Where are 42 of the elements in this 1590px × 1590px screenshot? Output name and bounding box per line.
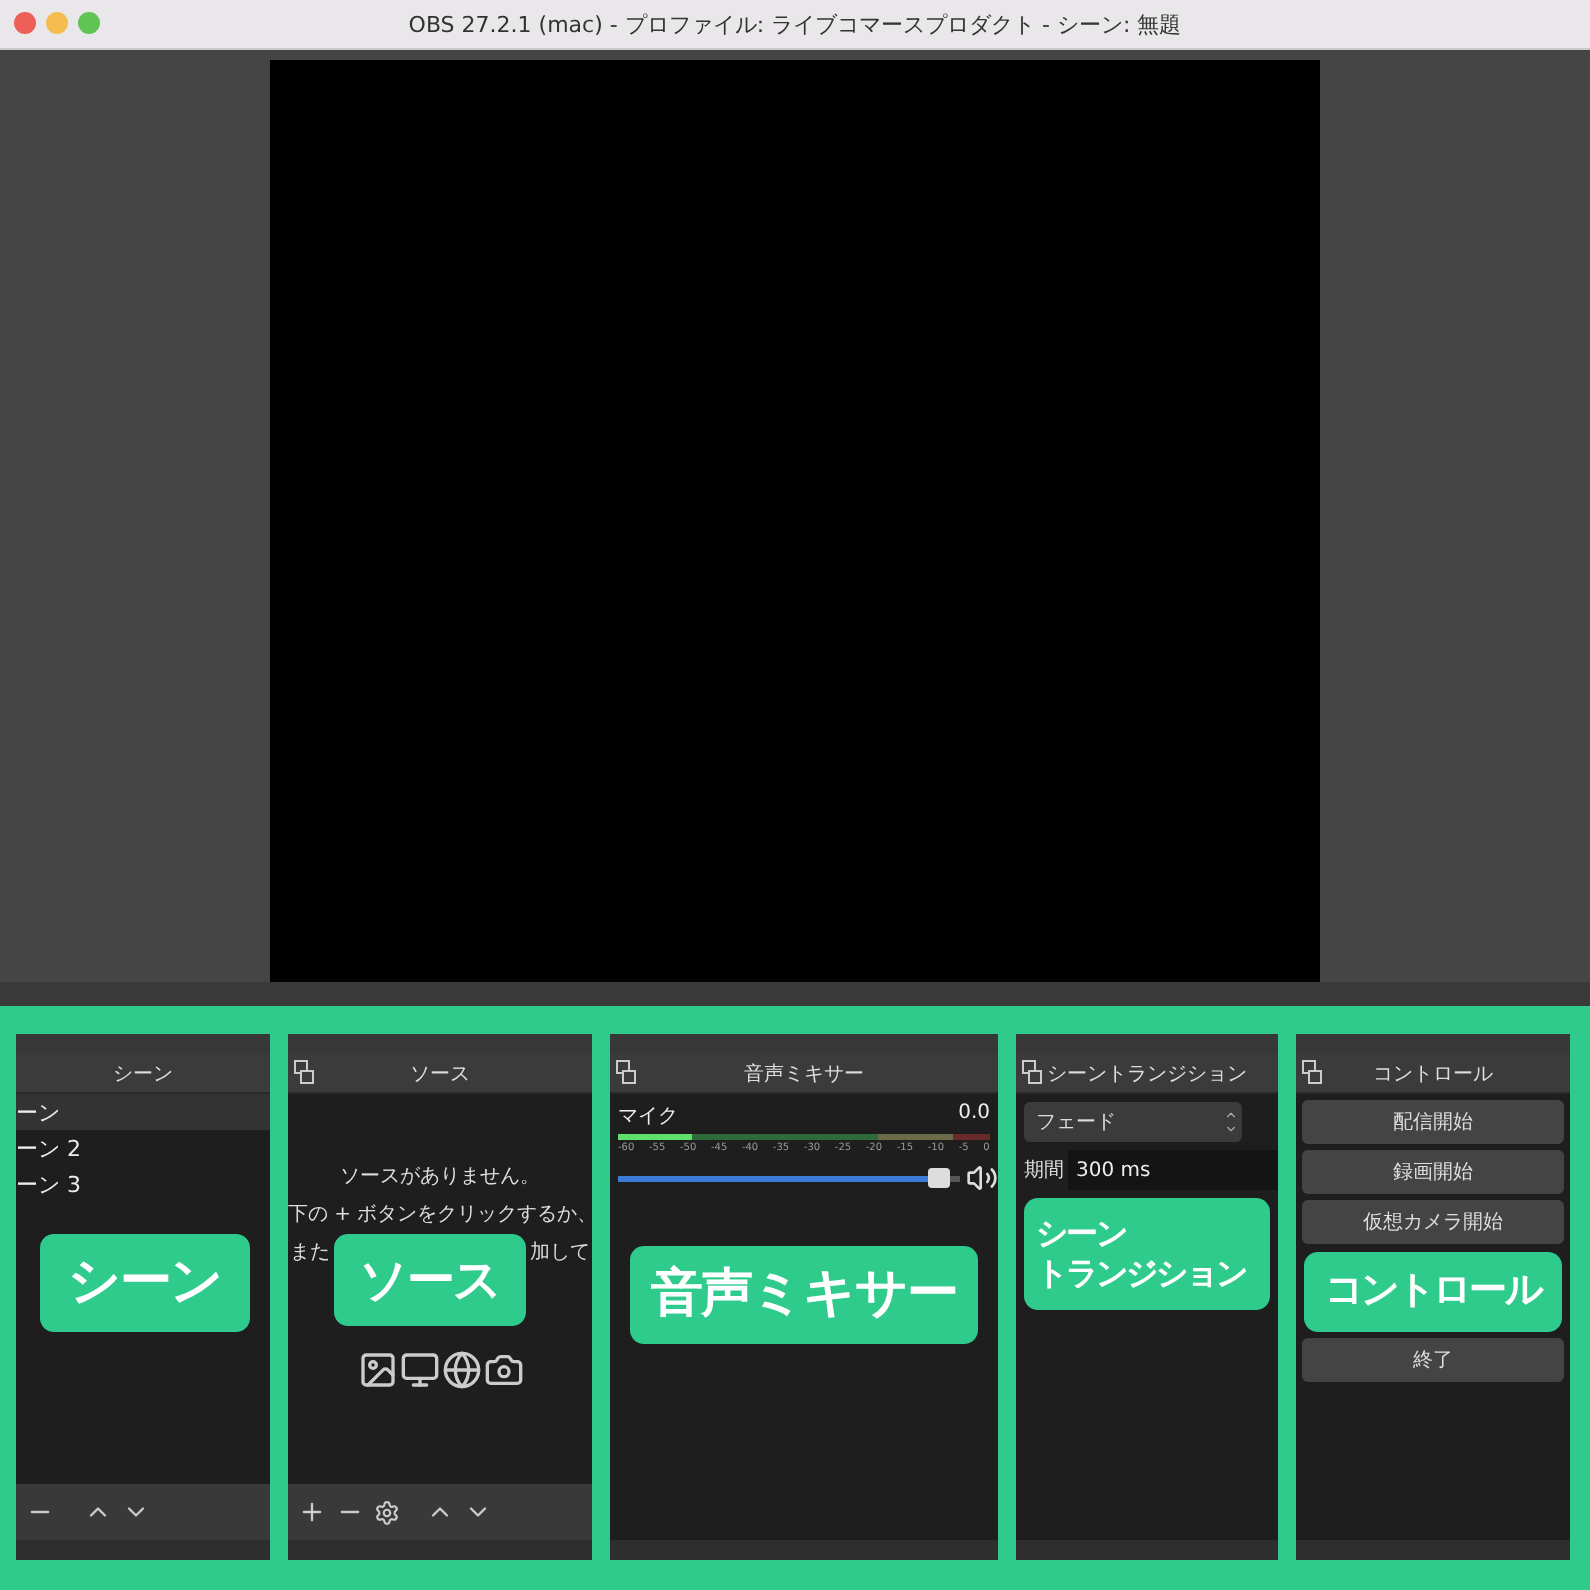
transition-select[interactable]: フェード (1024, 1102, 1242, 1142)
annotation-label: ソース (334, 1234, 526, 1326)
panel-title: シーントランジション (1047, 1061, 1247, 1087)
control-button[interactable]: 終了 (1302, 1337, 1564, 1382)
add-icon[interactable] (298, 1498, 326, 1526)
control-button[interactable]: 録画開始 (1302, 1150, 1564, 1194)
panel-title: ソース (410, 1061, 470, 1087)
panel-title: 音声ミキサー (744, 1061, 864, 1087)
close-icon[interactable] (14, 12, 36, 34)
settings-icon[interactable] (374, 1499, 400, 1525)
camera-icon (483, 1350, 523, 1390)
control-button[interactable]: 配信開始 (1302, 1100, 1564, 1144)
dock-icon[interactable] (616, 1060, 636, 1084)
duration-field[interactable]: 300 ms (1068, 1150, 1278, 1190)
annotation-label: シーン (40, 1234, 250, 1331)
dock-icon[interactable] (1302, 1060, 1322, 1084)
empty-message: 下の + ボタンをクリックするか、 (288, 1202, 592, 1230)
dock-icon[interactable] (1022, 1060, 1042, 1084)
panel-title: シーン (113, 1061, 173, 1087)
annotation-label: シーン トランジション (1024, 1198, 1270, 1310)
scene-item[interactable]: ーン (16, 1094, 270, 1130)
duration-label: 期間 (1024, 1157, 1064, 1184)
chevron-up-icon (1224, 1108, 1238, 1122)
dock-icon[interactable] (294, 1060, 314, 1084)
scene-item[interactable]: ーン 3 (16, 1166, 270, 1202)
scene-item[interactable]: ーン 2 (16, 1130, 270, 1166)
empty-message: 加して (530, 1239, 590, 1268)
window-title: OBS 27.2.1 (mac) - プロファイル: ライブコマースプロダクト - シーン: 無題 (408, 9, 1182, 39)
globe-icon (441, 1350, 481, 1390)
empty-message: また (290, 1240, 330, 1268)
chevron-down-icon (1224, 1122, 1238, 1136)
volume-reading: 0.0 (958, 1102, 990, 1128)
panel-title: コントロール (1373, 1061, 1493, 1087)
channel-name: マイク (618, 1104, 678, 1130)
annotation-label: 音声ミキサー (630, 1246, 978, 1343)
annotation-label: コントロール (1304, 1252, 1562, 1332)
slider-thumb[interactable] (927, 1167, 950, 1187)
monitor-icon (399, 1350, 439, 1390)
empty-message: ソースがありません。 (338, 1164, 542, 1192)
speaker-icon[interactable] (966, 1162, 998, 1194)
image-icon (357, 1350, 397, 1390)
control-button[interactable]: 仮想カメラ開始 (1302, 1200, 1564, 1244)
